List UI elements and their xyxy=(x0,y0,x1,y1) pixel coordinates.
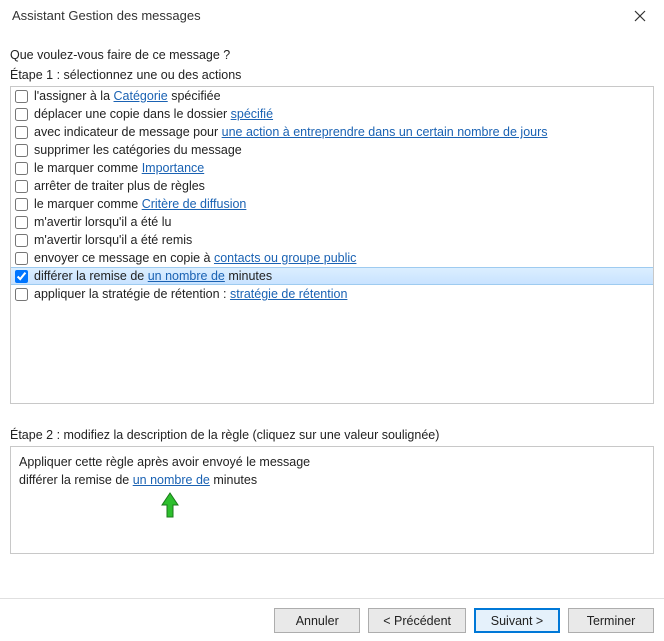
action-row[interactable]: avec indicateur de message pour une acti… xyxy=(11,123,653,141)
action-checkbox[interactable] xyxy=(15,234,28,247)
separator xyxy=(0,598,664,599)
action-label-pre: différer la remise de xyxy=(34,269,148,283)
action-link[interactable]: stratégie de rétention xyxy=(230,287,347,301)
action-row[interactable]: supprimer les catégories du message xyxy=(11,141,653,159)
previous-button[interactable]: < Précédent xyxy=(368,608,466,633)
action-label-pre: avec indicateur de message pour xyxy=(34,125,222,139)
action-checkbox[interactable] xyxy=(15,90,28,103)
action-checkbox[interactable] xyxy=(15,252,28,265)
action-label-pre: appliquer la stratégie de rétention : xyxy=(34,287,230,301)
action-row[interactable]: l'assigner à la Catégorie spécifiée xyxy=(11,87,653,105)
action-checkbox[interactable] xyxy=(15,126,28,139)
action-label: déplacer une copie dans le dossier spéci… xyxy=(34,107,273,121)
action-row[interactable]: déplacer une copie dans le dossier spéci… xyxy=(11,105,653,123)
action-checkbox[interactable] xyxy=(15,288,28,301)
action-row[interactable]: différer la remise de un nombre de minut… xyxy=(11,267,653,285)
action-label: m'avertir lorsqu'il a été lu xyxy=(34,215,171,229)
action-link[interactable]: spécifié xyxy=(231,107,273,121)
step2-label: Étape 2 : modifiez la description de la … xyxy=(10,428,654,442)
desc-line2-post: minutes xyxy=(210,473,257,487)
action-link[interactable]: une action à entreprendre dans un certai… xyxy=(222,125,548,139)
action-label: arrêter de traiter plus de règles xyxy=(34,179,205,193)
rule-description-box: Appliquer cette règle après avoir envoyé… xyxy=(10,446,654,554)
next-button[interactable]: Suivant > xyxy=(474,608,560,633)
action-label: supprimer les catégories du message xyxy=(34,143,242,157)
dialog-content: Que voulez-vous faire de ce message ? Ét… xyxy=(0,32,664,554)
action-label: le marquer comme Critère de diffusion xyxy=(34,197,246,211)
action-row[interactable]: m'avertir lorsqu'il a été lu xyxy=(11,213,653,231)
action-label: le marquer comme Importance xyxy=(34,161,204,175)
window-title: Assistant Gestion des messages xyxy=(12,8,626,23)
action-label-pre: déplacer une copie dans le dossier xyxy=(34,107,231,121)
action-checkbox[interactable] xyxy=(15,270,28,283)
action-label: avec indicateur de message pour une acti… xyxy=(34,125,548,139)
action-label: différer la remise de un nombre de minut… xyxy=(34,269,272,283)
action-label: envoyer ce message en copie à contacts o… xyxy=(34,251,356,265)
action-row[interactable]: le marquer comme Critère de diffusion xyxy=(11,195,653,213)
titlebar: Assistant Gestion des messages xyxy=(0,0,664,32)
button-bar: Annuler < Précédent Suivant > Terminer xyxy=(274,608,654,633)
action-label: m'avertir lorsqu'il a été remis xyxy=(34,233,192,247)
action-row[interactable]: arrêter de traiter plus de règles xyxy=(11,177,653,195)
action-label-pre: arrêter de traiter plus de règles xyxy=(34,179,205,193)
action-link[interactable]: contacts ou groupe public xyxy=(214,251,356,265)
action-label-pre: le marquer comme xyxy=(34,197,142,211)
action-label: appliquer la stratégie de rétention : st… xyxy=(34,287,347,301)
action-row[interactable]: appliquer la stratégie de rétention : st… xyxy=(11,285,653,303)
action-checkbox[interactable] xyxy=(15,162,28,175)
action-label-pre: envoyer ce message en copie à xyxy=(34,251,214,265)
action-label-post: minutes xyxy=(225,269,272,283)
action-row[interactable]: le marquer comme Importance xyxy=(11,159,653,177)
action-label-pre: supprimer les catégories du message xyxy=(34,143,242,157)
action-checkbox[interactable] xyxy=(15,198,28,211)
actions-list[interactable]: l'assigner à la Catégorie spécifiée dépla… xyxy=(10,86,654,404)
action-label-post: spécifiée xyxy=(168,89,221,103)
step1-label: Étape 1 : sélectionnez une ou des action… xyxy=(10,68,654,82)
action-checkbox[interactable] xyxy=(15,108,28,121)
desc-line2-link[interactable]: un nombre de xyxy=(133,473,210,487)
action-checkbox[interactable] xyxy=(15,216,28,229)
finish-button[interactable]: Terminer xyxy=(568,608,654,633)
description-line-1: Appliquer cette règle après avoir envoyé… xyxy=(19,453,645,471)
action-checkbox[interactable] xyxy=(15,144,28,157)
action-label-pre: m'avertir lorsqu'il a été lu xyxy=(34,215,171,229)
desc-line2-pre: différer la remise de xyxy=(19,473,133,487)
action-label: l'assigner à la Catégorie spécifiée xyxy=(34,89,221,103)
action-label-pre: m'avertir lorsqu'il a été remis xyxy=(34,233,192,247)
cancel-button[interactable]: Annuler xyxy=(274,608,360,633)
close-icon[interactable] xyxy=(626,2,654,30)
action-row[interactable]: envoyer ce message en copie à contacts o… xyxy=(11,249,653,267)
action-label-pre: l'assigner à la xyxy=(34,89,114,103)
action-link[interactable]: Critère de diffusion xyxy=(142,197,247,211)
action-row[interactable]: m'avertir lorsqu'il a été remis xyxy=(11,231,653,249)
hint-arrow-icon xyxy=(159,491,181,519)
description-line-2: différer la remise de un nombre de minut… xyxy=(19,471,645,489)
action-label-pre: le marquer comme xyxy=(34,161,142,175)
action-link[interactable]: Importance xyxy=(142,161,205,175)
action-link[interactable]: Catégorie xyxy=(114,89,168,103)
action-link[interactable]: un nombre de xyxy=(148,269,225,283)
prompt-text: Que voulez-vous faire de ce message ? xyxy=(10,48,654,62)
action-checkbox[interactable] xyxy=(15,180,28,193)
